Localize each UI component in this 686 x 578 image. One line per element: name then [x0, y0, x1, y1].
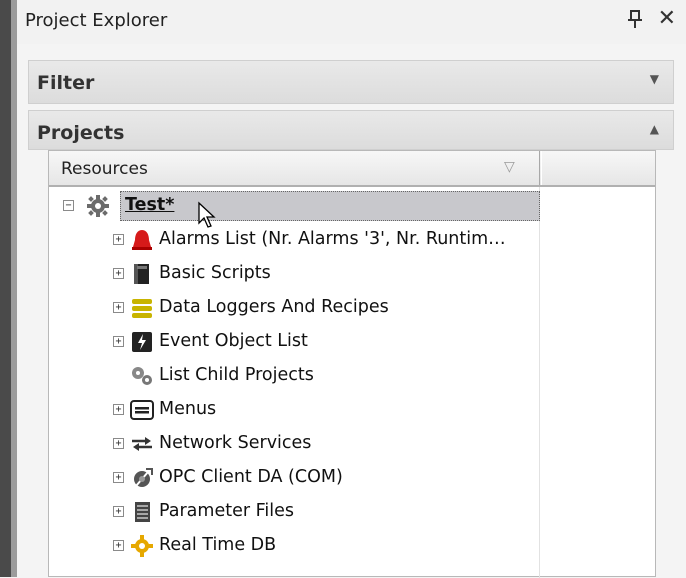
gear-icon [85, 194, 111, 218]
tree-root-row[interactable]: − Test* [49, 189, 655, 228]
panel-title-bar: Project Explorer ✕ [17, 0, 686, 44]
database-icon [129, 296, 155, 320]
tree-item-label[interactable]: Alarms List (Nr. Alarms '3', Nr. Runtim… [159, 229, 506, 249]
panel-title: Project Explorer [25, 10, 168, 31]
tree-item-row[interactable]: + OPC Client DA (COM) [49, 461, 655, 495]
tree-item-row[interactable]: List Child Projects [49, 359, 655, 393]
tree-item-row[interactable]: + Event Object List [49, 325, 655, 359]
expand-icon[interactable]: + [113, 404, 124, 415]
expand-icon[interactable]: + [113, 302, 124, 313]
realtime-db-icon [129, 534, 155, 558]
expand-icon[interactable]: + [113, 472, 124, 483]
tree-item-label[interactable]: Network Services [159, 433, 311, 453]
chevron-down-icon[interactable]: ▼ [650, 72, 659, 86]
tree-item-label[interactable]: Event Object List [159, 331, 308, 351]
script-icon [129, 262, 155, 286]
menu-icon [129, 398, 155, 422]
tree-item-label[interactable]: OPC Client DA (COM) [159, 467, 343, 487]
expand-icon[interactable]: + [113, 506, 124, 517]
filter-section-label: Filter [37, 72, 95, 94]
tree-item-label[interactable]: Data Loggers And Recipes [159, 297, 389, 317]
projects-section-header[interactable]: Projects ▲ [28, 110, 674, 150]
expand-icon[interactable]: + [113, 336, 124, 347]
resources-column-label: Resources [61, 159, 148, 179]
expand-icon[interactable]: + [113, 268, 124, 279]
tree-item-label[interactable]: Menus [159, 399, 216, 419]
tree-root-label[interactable]: Test* [125, 195, 174, 215]
tree-item-row[interactable]: + Basic Scripts [49, 257, 655, 291]
resources-column-header[interactable]: Resources ▽ [49, 151, 655, 187]
left-edge-strip-inner [11, 0, 17, 577]
tree-item-row[interactable]: + Alarms List (Nr. Alarms '3', Nr. Runtim… [49, 223, 655, 257]
tree-item-label[interactable]: List Child Projects [159, 365, 314, 385]
event-icon [129, 330, 155, 354]
tree-item-row[interactable]: + Real Time DB [49, 529, 655, 563]
tree-item-row[interactable]: + Network Services [49, 427, 655, 461]
expand-icon[interactable]: + [113, 234, 124, 245]
chevron-up-icon[interactable]: ▲ [650, 122, 659, 136]
tree-item-label[interactable]: Parameter Files [159, 501, 294, 521]
project-tree[interactable]: Resources ▽ − Test* + Alarms List (Nr. A… [48, 150, 656, 578]
gears-icon [129, 364, 155, 388]
expand-icon[interactable]: + [113, 540, 124, 551]
close-icon[interactable]: ✕ [658, 6, 676, 31]
tree-item-label[interactable]: Basic Scripts [159, 263, 271, 283]
parameter-file-icon [129, 500, 155, 524]
tree-item-row[interactable]: + Menus [49, 393, 655, 427]
projects-section-label: Projects [37, 122, 125, 144]
expand-icon[interactable]: + [113, 438, 124, 449]
pin-icon[interactable] [628, 9, 642, 34]
tree-item-row[interactable]: + Parameter Files [49, 495, 655, 529]
tree-item-row[interactable]: + Data Loggers And Recipes [49, 291, 655, 325]
selection-highlight [120, 191, 540, 221]
column-divider-highlight [541, 151, 542, 185]
sort-indicator-icon: ▽ [504, 159, 515, 175]
collapse-icon[interactable]: − [63, 200, 74, 211]
left-edge-strip [0, 0, 11, 577]
alarm-bell-icon [129, 228, 155, 252]
opc-client-icon [129, 466, 155, 490]
network-arrows-icon [129, 432, 155, 456]
filter-section-header[interactable]: Filter ▼ [28, 60, 674, 104]
tree-item-label[interactable]: Real Time DB [159, 535, 276, 555]
column-divider[interactable] [539, 151, 540, 185]
